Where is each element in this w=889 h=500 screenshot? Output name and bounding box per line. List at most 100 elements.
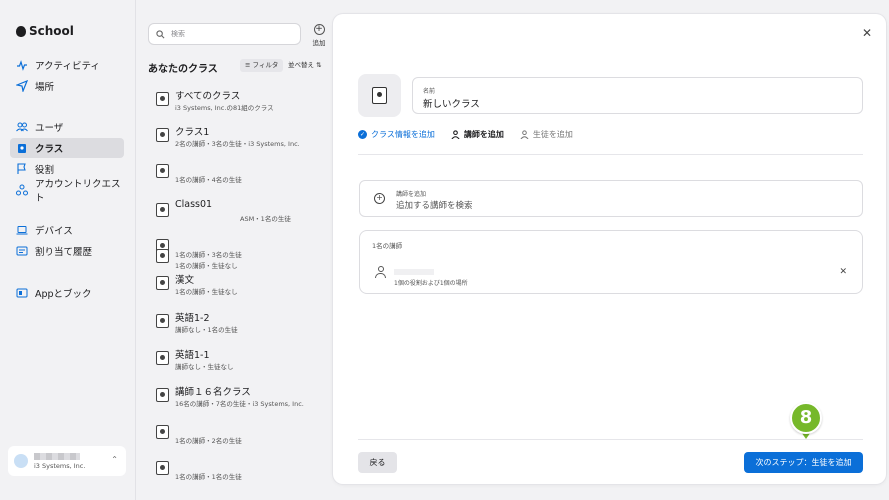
class-icon: [156, 461, 169, 475]
class-title: すべてのクラス: [175, 91, 241, 102]
list-item[interactable]: 1名の講師・生徒なし: [154, 244, 324, 274]
step-label: 講師を追加: [463, 130, 504, 139]
class-subtitle: i3 Systems, Inc.の81組のクラス: [175, 104, 274, 112]
activity-icon: [16, 59, 28, 71]
class-subtitle: 1名の講師・2名の生徒: [175, 437, 242, 445]
class-subtitle: 2名の講師・3名の生徒・i3 Systems, Inc.: [175, 140, 300, 148]
sidebar-item-label: 役割: [35, 165, 55, 176]
class-icon: [156, 388, 169, 402]
chevron-up-down-icon: ⌃: [111, 455, 118, 464]
filter-label: フィルタ: [252, 61, 279, 69]
redacted-teacher-name: [394, 269, 434, 275]
sidebar-item-users[interactable]: ユーザ: [10, 117, 124, 137]
class-title: 漢文: [175, 275, 195, 286]
name-label: 名前: [423, 88, 436, 95]
tab-add-teachers[interactable]: 講師を追加: [451, 129, 504, 140]
location-icon: [16, 80, 28, 92]
sort-arrows-icon: ⇅: [314, 61, 322, 69]
sidebar-item-apps-books[interactable]: Appとブック: [10, 283, 124, 303]
close-icon[interactable]: ✕: [862, 26, 872, 40]
search-icon: [156, 29, 165, 38]
sidebar-item-label: ユーザ: [35, 123, 64, 134]
list-item[interactable]: 英語1-2 講師なし・1名の生徒: [154, 310, 324, 340]
person-icon: [451, 130, 460, 139]
brand-name: School: [29, 24, 74, 38]
list-item[interactable]: 1名の講師・1名の生徒: [154, 457, 324, 487]
add-label: 追加: [312, 39, 326, 47]
sidebar-item-label: Appとブック: [35, 289, 92, 300]
checkmark-icon: ✓: [358, 130, 367, 139]
sidebar-item-locations[interactable]: 場所: [10, 76, 124, 96]
class-subtitle: 1名の講師・生徒なし: [175, 288, 238, 296]
divider: [358, 439, 863, 440]
teacher-search-label: 講師を追加: [396, 191, 427, 198]
list-item[interactable]: 1名の講師・2名の生徒: [154, 421, 324, 451]
sidebar-item-devices[interactable]: デバイス: [10, 220, 124, 240]
teacher-search-input[interactable]: + 講師を追加 追加する講師を検索: [359, 180, 863, 217]
laptop-icon: [16, 224, 28, 236]
sidebar-item-label: クラス: [35, 144, 64, 155]
class-subtitle: 16名の講師・7名の生徒・i3 Systems, Inc.: [175, 400, 304, 408]
sort-label: 並べ替え: [288, 61, 314, 69]
list-item[interactable]: すべてのクラス i3 Systems, Inc.の81組のクラス: [154, 88, 324, 118]
class-icon: [156, 249, 169, 263]
sidebar-item-label: 割り当て履歴: [35, 247, 93, 258]
step-tabs: ✓ クラス情報を追加 講師を追加 生徒を追加: [358, 129, 573, 140]
history-icon: [16, 245, 28, 257]
class-avatar[interactable]: [358, 74, 401, 117]
person-icon: [375, 266, 386, 278]
class-icon: [156, 425, 169, 439]
avatar: [14, 454, 28, 468]
class-title: 講師１６名クラス: [175, 387, 251, 398]
class-icon: [156, 128, 169, 142]
tab-add-students[interactable]: 生徒を追加: [520, 129, 573, 140]
class-title: 英語1-1: [175, 350, 210, 361]
step-label: クラス情報を追加: [371, 130, 435, 139]
add-class-button[interactable]: + 追加: [308, 24, 330, 47]
class-subtitle: 1名の講師・生徒なし: [175, 262, 238, 270]
name-value: 新しいクラス: [423, 99, 480, 110]
class-subtitle: 1名の講師・4名の生徒: [175, 176, 242, 184]
step-callout-badge: 8: [790, 402, 822, 434]
account-switcher[interactable]: i3 Systems, Inc. ⌃: [8, 446, 126, 476]
next-step-button[interactable]: 次のステップ：生徒を追加: [744, 452, 863, 473]
requests-icon: [16, 184, 28, 196]
class-name-field[interactable]: 名前 新しいクラス: [412, 77, 863, 114]
sidebar-item-classes[interactable]: クラス: [10, 138, 124, 158]
tab-class-info[interactable]: ✓ クラス情報を追加: [358, 129, 435, 140]
remove-teacher-icon[interactable]: ✕: [839, 267, 847, 277]
list-item[interactable]: 講師１６名クラス 16名の講師・7名の生徒・i3 Systems, Inc.: [154, 384, 324, 414]
class-icon: [156, 164, 169, 178]
class-subtitle: 講師なし・1名の生徒: [175, 326, 238, 334]
sidebar-item-activity[interactable]: アクティビティ: [10, 55, 124, 75]
divider: [358, 154, 863, 155]
list-item[interactable]: Class01 ASM・1名の生徒: [154, 199, 324, 229]
class-icon: [156, 276, 169, 290]
teachers-card: 1名の講師 1個の役割および1個の場所 ✕: [359, 230, 863, 294]
users-icon: [16, 121, 28, 133]
class-icon: [156, 203, 169, 217]
search-input[interactable]: 検索: [148, 23, 301, 45]
sidebar-item-label: デバイス: [35, 226, 73, 237]
sidebar-item-label: 場所: [35, 82, 55, 93]
filter-button[interactable]: ≡ フィルタ: [240, 59, 284, 72]
teacher-roles: 1個の役割および1個の場所: [394, 280, 468, 287]
class-list-pane: 検索 + 追加 あなたのクラス ≡ フィルタ 並べ替え ⇅ すべてのクラス i3 …: [136, 0, 332, 500]
back-button[interactable]: 戻る: [358, 452, 397, 473]
step-label: 生徒を追加: [532, 130, 573, 139]
sort-button[interactable]: 並べ替え ⇅: [288, 59, 322, 72]
apps-books-icon: [16, 287, 28, 299]
list-title: あなたのクラス: [148, 64, 218, 75]
class-icon: [156, 314, 169, 328]
list-item[interactable]: 英語1-1 講師なし・生徒なし: [154, 347, 324, 377]
list-item[interactable]: 漢文 1名の講師・生徒なし: [154, 272, 324, 302]
list-item[interactable]: クラス1 2名の講師・3名の生徒・i3 Systems, Inc.: [154, 124, 324, 154]
list-item[interactable]: 1名の講師・4名の生徒: [154, 160, 324, 190]
plus-circle-icon: +: [313, 24, 325, 35]
sidebar-item-assignment-history[interactable]: 割り当て履歴: [10, 241, 124, 261]
sidebar-item-account-requests[interactable]: アカウントリクエスト: [10, 179, 124, 204]
class-title: 英語1-2: [175, 313, 210, 324]
sidebar-item-label: アクティビティ: [35, 61, 100, 72]
class-icon: [16, 142, 28, 154]
sidebar: School アクティビティ 場所 ユーザ クラス 役割 アカウントリクエスト …: [0, 0, 136, 500]
